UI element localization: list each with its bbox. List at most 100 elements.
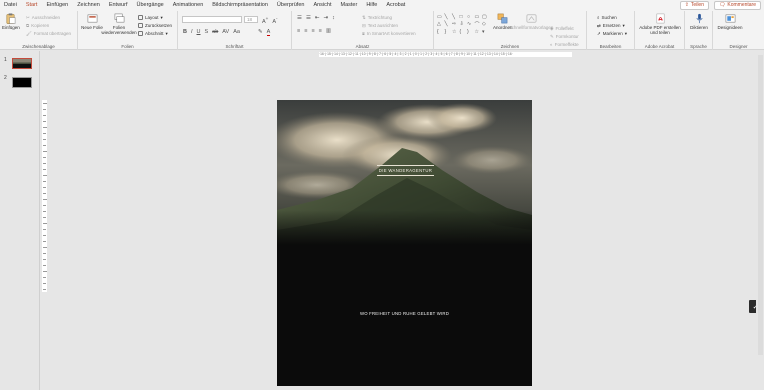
align-text-button[interactable]: ⊟ Text ausrichten	[362, 22, 398, 29]
italic-icon[interactable]: I	[191, 29, 193, 35]
menu-start[interactable]: Start	[25, 0, 38, 12]
rectangle-shape-icon[interactable]: ▭	[475, 14, 481, 20]
shape-effects-button[interactable]: ◐ Formeffekte	[550, 41, 579, 48]
brace-shape-icon[interactable]: {	[437, 29, 443, 35]
textbox-shape-icon[interactable]: ▭	[437, 14, 443, 20]
font-size-select[interactable]: 18	[244, 16, 258, 23]
slide-title[interactable]: DIE WANDERAGENTUR	[377, 165, 434, 176]
align-left-icon[interactable]: ≡	[297, 28, 300, 34]
slide-canvas[interactable]: DIE WANDERAGENTUR WO FREIHEIT UND RUHE G…	[277, 100, 532, 386]
align-right-icon[interactable]: ≡	[311, 28, 314, 34]
dictate-button[interactable]: Diktieren	[688, 13, 710, 30]
menu-ansicht[interactable]: Ansicht	[313, 0, 331, 11]
numbering-icon[interactable]: ☰	[306, 15, 311, 21]
reuse-slides-button[interactable]: Folien wiederverwenden	[100, 13, 138, 35]
curve-shape-icon[interactable]: ⌒	[475, 21, 481, 28]
star-shape-icon[interactable]: ☆	[452, 29, 458, 35]
menu-bildschirmpraesentation[interactable]: Bildschirmpräsentation	[212, 0, 268, 11]
font-name-select[interactable]	[182, 16, 242, 23]
more-shapes-icon[interactable]: ▾	[482, 29, 488, 35]
line-shape-icon[interactable]: ╲	[445, 21, 451, 28]
triangle-shape-icon[interactable]: △	[437, 21, 443, 28]
shape-fill-button[interactable]: ◈ Fülleffekt	[550, 25, 574, 32]
highlight-icon[interactable]: ✎	[258, 29, 263, 36]
strikethrough-icon[interactable]: ab	[212, 29, 218, 35]
justify-icon[interactable]: ≡	[319, 28, 322, 34]
create-pdf-button[interactable]: Adobe PDF erstellen und teilen	[638, 13, 682, 35]
bracket-shape-icon[interactable]: (	[460, 29, 466, 35]
paste-button[interactable]: Einfügen	[2, 13, 20, 30]
ruler-tick	[43, 181, 46, 182]
bullets-icon[interactable]: ☰	[297, 15, 302, 21]
line-shape-icon[interactable]: ╲	[445, 14, 451, 20]
menu-animationen[interactable]: Animationen	[173, 0, 204, 11]
share-label: Teilen	[690, 2, 704, 8]
copy-button[interactable]: ⧉ Kopieren	[26, 22, 49, 29]
bracket-shape-icon[interactable]: )	[467, 29, 473, 35]
grow-font-icon[interactable]: A+	[262, 16, 268, 25]
comments-button[interactable]: 🗨 Kommentare	[714, 1, 761, 10]
ruler-tick	[43, 193, 46, 194]
align-center-icon[interactable]: ≡	[304, 28, 307, 34]
menu-zeichnen[interactable]: Zeichnen	[77, 0, 100, 11]
menu-uebergaenge[interactable]: Übergänge	[136, 0, 163, 11]
section-button[interactable]: Abschnitt ▾	[138, 30, 168, 37]
section-label: Abschnitt	[145, 31, 164, 36]
quick-styles-button[interactable]: Schnellformatvorlagen	[509, 13, 553, 30]
shrink-font-icon[interactable]: A-	[272, 16, 277, 25]
reuse-slides-icon	[114, 13, 124, 23]
menu-einfuegen[interactable]: Einfügen	[46, 0, 68, 11]
underline-icon[interactable]: U	[197, 29, 201, 35]
rectangle-shape-icon[interactable]: □	[460, 14, 466, 20]
arrow-shape-icon[interactable]: ⇩	[460, 21, 466, 28]
shapes-gallery[interactable]: ▭ ╲ ╲ □ ○ ▭ ▢ △ ╲ ⇨ ⇩ ∿ ⌒ ◇ { } ☆ ( ) ☆ …	[437, 14, 489, 35]
rounded-rect-shape-icon[interactable]: ▢	[482, 14, 488, 20]
decrease-indent-icon[interactable]: ⇤	[315, 15, 320, 21]
text-direction-button[interactable]: ⇅ Textrichtung	[362, 14, 392, 21]
oval-shape-icon[interactable]: ○	[467, 14, 473, 20]
line-spacing-icon[interactable]: ↕	[332, 15, 335, 21]
menu-hilfe[interactable]: Hilfe	[366, 0, 377, 11]
clipboard-group: Einfügen ✂ Ausschneiden ⧉ Kopieren 🖌 For…	[0, 11, 78, 50]
format-painter-button[interactable]: 🖌 Format übertragen	[26, 30, 71, 37]
slide-editor: ·16·|·15·|·14·|·13·|·12·|·11·|·10·|·9·|·…	[41, 51, 764, 390]
slide-thumbnail-1[interactable]	[12, 58, 32, 69]
ruler-tick	[43, 253, 46, 254]
increase-indent-icon[interactable]: ⇥	[323, 15, 328, 21]
align-text-icon: ⊟	[362, 22, 366, 28]
select-button[interactable]: ➚ Markieren ▾	[597, 30, 627, 37]
clipboard-group-label: Zwischenablage	[22, 44, 55, 49]
menu-ueberpruefen[interactable]: Überprüfen	[277, 0, 305, 11]
slide-thumbnail-2[interactable]	[12, 77, 32, 88]
char-spacing-icon[interactable]: AV	[222, 29, 229, 35]
shape-outline-button[interactable]: ✎ Formkontur	[550, 33, 579, 40]
menu-acrobat[interactable]: Acrobat	[386, 0, 405, 11]
arrow-shape-icon[interactable]: ⇨	[452, 21, 458, 28]
line-shape-icon[interactable]: ╲	[452, 14, 458, 20]
scrollbar-thumb[interactable]	[758, 55, 763, 355]
columns-icon[interactable]: ▥	[326, 28, 331, 34]
menu-datei[interactable]: Datei	[4, 0, 17, 11]
font-color-icon[interactable]: A	[266, 29, 271, 36]
find-button[interactable]: ⌕ Suchen	[597, 14, 617, 21]
reset-label: Zurücksetzen	[145, 23, 173, 28]
vertical-scrollbar[interactable]	[756, 51, 764, 390]
reset-button[interactable]: Zurücksetzen	[138, 22, 172, 29]
shadow-icon[interactable]: S	[205, 29, 209, 35]
slide-tagline[interactable]: WO FREIHEIT UND RUHE GELEBT WIRD	[277, 311, 532, 316]
bold-icon[interactable]: B	[183, 29, 187, 35]
replace-button[interactable]: ⇄ Ersetzen ▾	[597, 22, 625, 29]
cut-button[interactable]: ✂ Ausschneiden	[26, 14, 60, 21]
smartart-button[interactable]: ⧈ In SmartArt konvertieren	[362, 30, 416, 37]
voice-group-label: Sprache	[690, 44, 707, 49]
layout-button[interactable]: Layout ▾	[138, 14, 163, 21]
star-shape-icon[interactable]: ☆	[475, 29, 481, 35]
menu-master[interactable]: Master	[341, 0, 358, 11]
brace-shape-icon[interactable]: }	[445, 29, 451, 35]
share-button[interactable]: ⇪ Teilen	[679, 1, 709, 10]
diamond-shape-icon[interactable]: ◇	[482, 21, 488, 28]
design-ideas-button[interactable]: Designideen	[715, 13, 745, 30]
menu-entwurf[interactable]: Entwurf	[109, 0, 128, 11]
change-case-icon[interactable]: Aa	[233, 29, 240, 35]
wave-shape-icon[interactable]: ∿	[467, 21, 473, 28]
